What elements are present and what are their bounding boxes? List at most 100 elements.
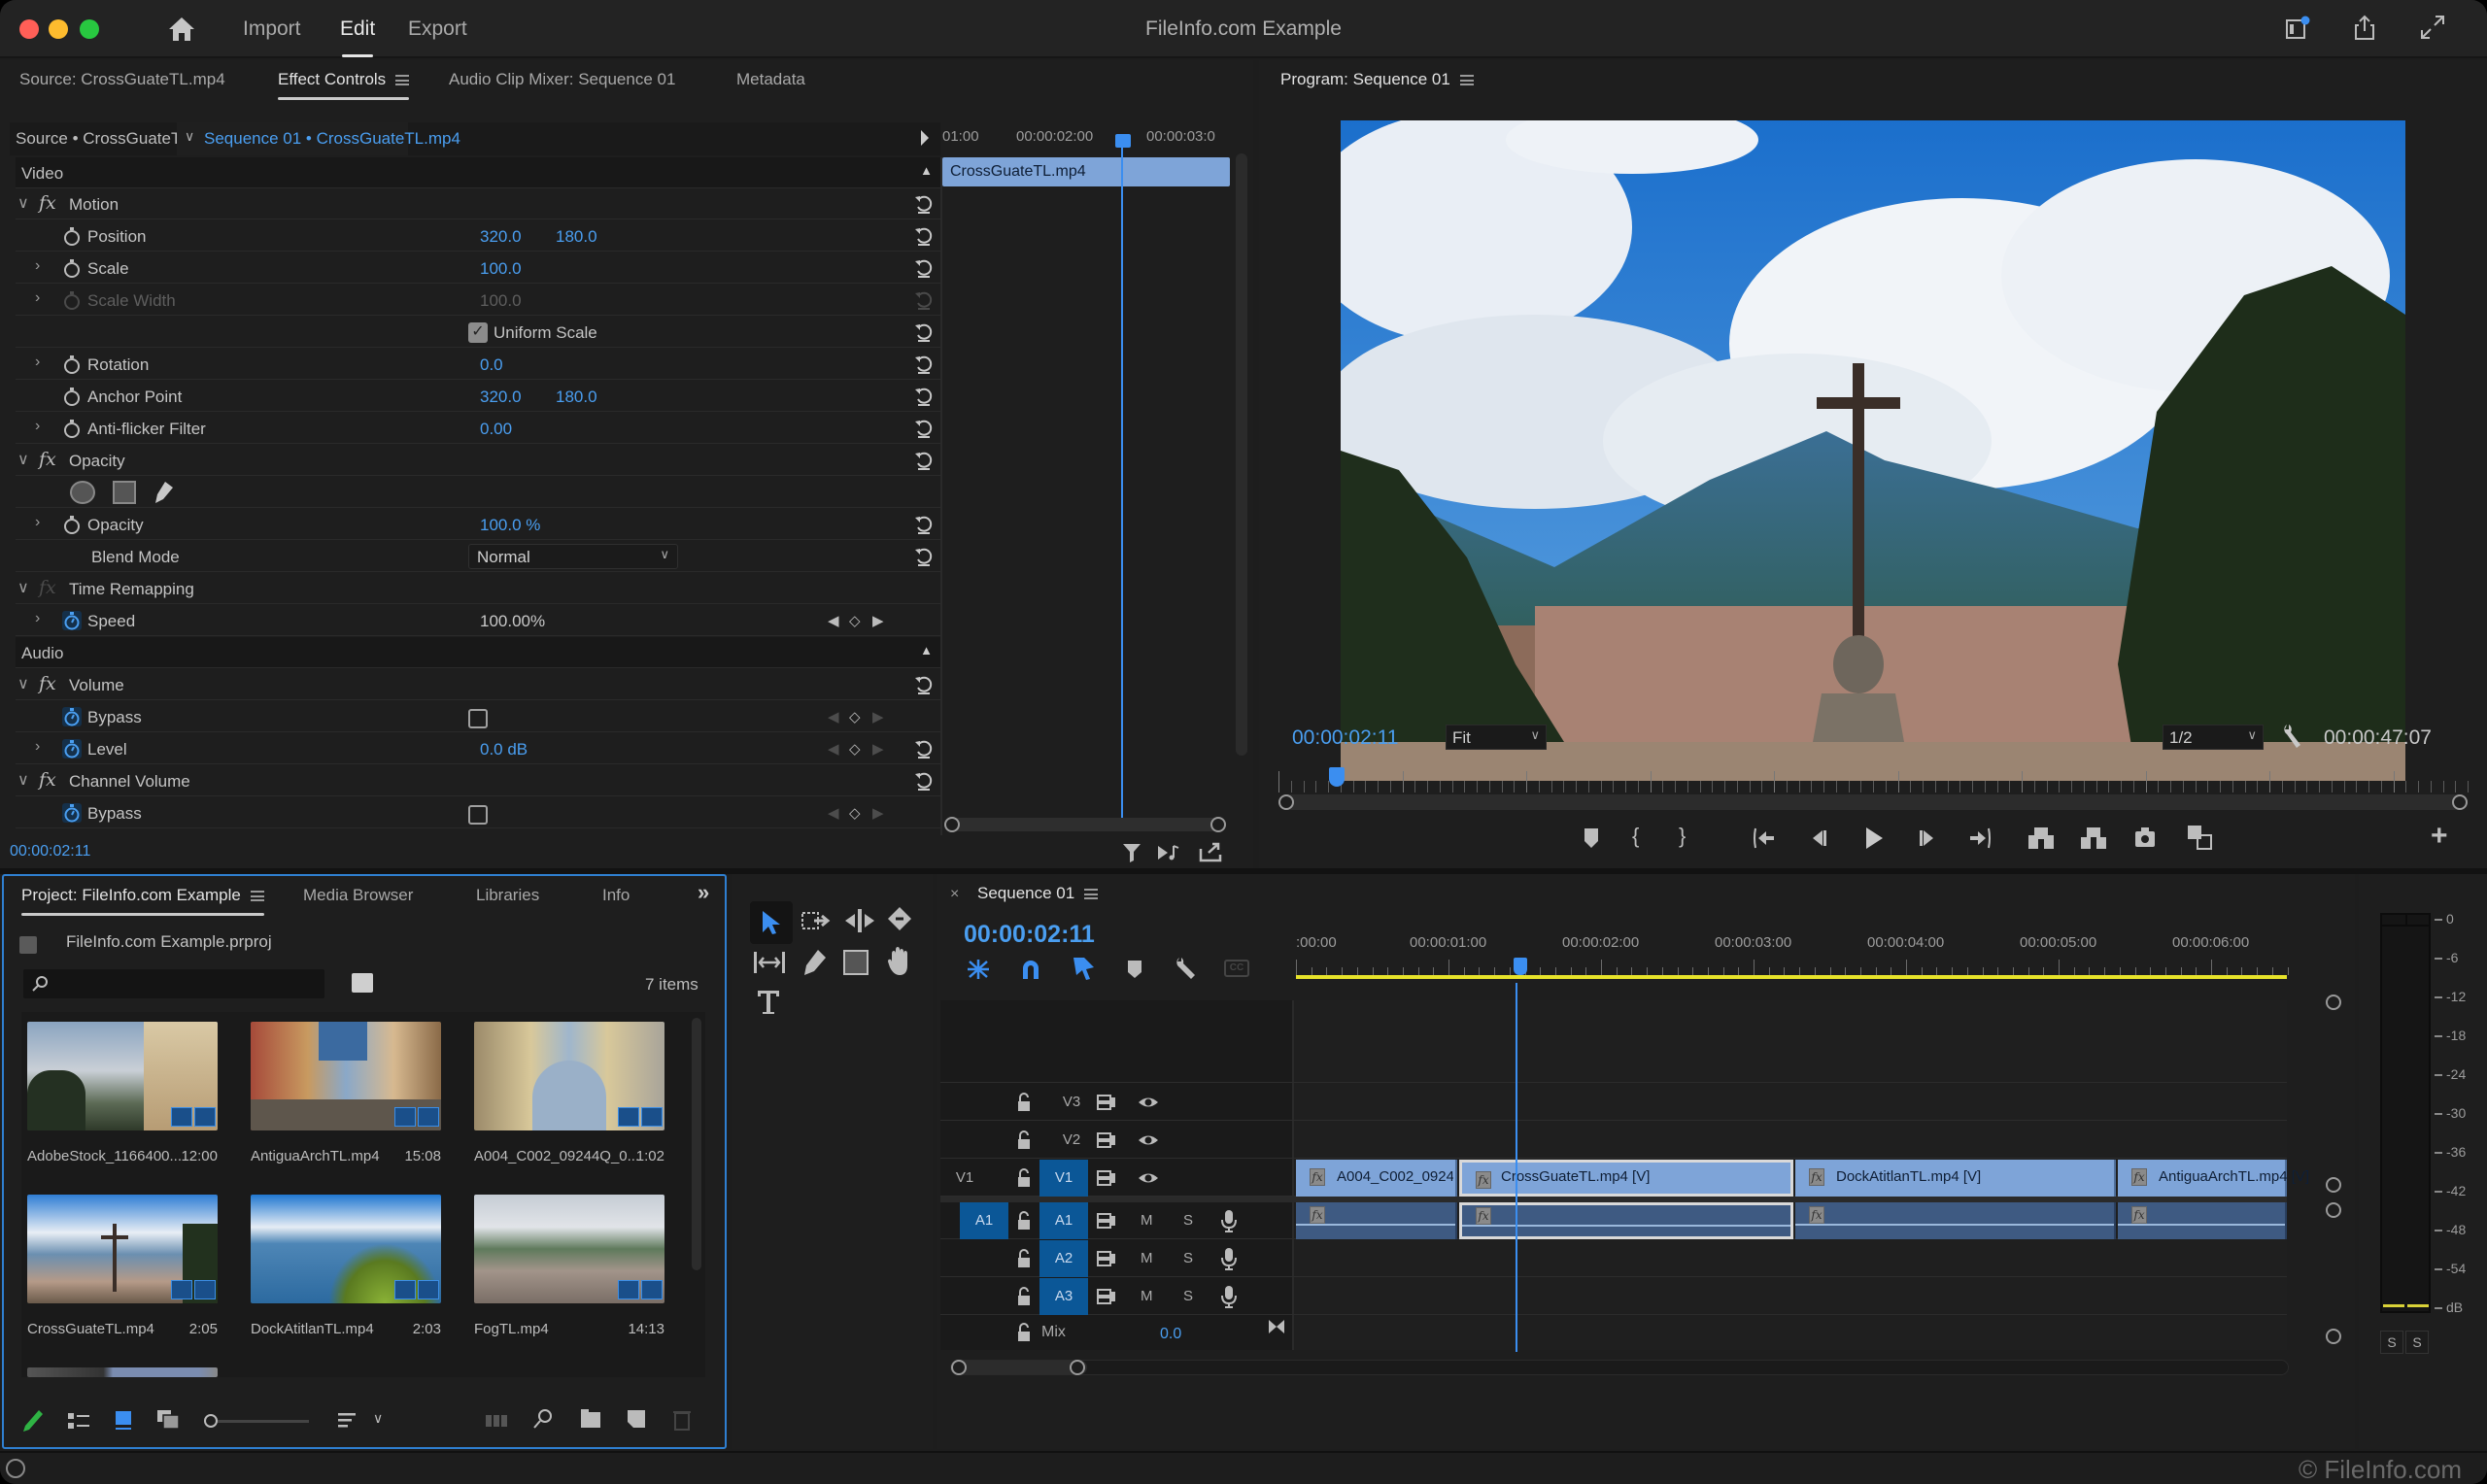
chevron-right-icon[interactable]: › (35, 257, 40, 275)
ellipse-mask-icon[interactable] (70, 481, 95, 504)
chevron-right-icon[interactable]: › (35, 514, 40, 531)
selection-tool[interactable] (750, 901, 793, 944)
reset-icon[interactable] (913, 514, 935, 535)
audio-clip[interactable]: fx (1795, 1202, 2116, 1239)
voice-over-mic-icon[interactable] (1220, 1285, 1238, 1308)
work-area-bar[interactable] (1296, 975, 2287, 979)
go-to-out-icon[interactable] (1968, 827, 1992, 849)
panel-menu-icon[interactable] (250, 891, 264, 902)
source-patch-label[interactable]: V1 (940, 1160, 989, 1197)
close-tab-icon[interactable]: × (950, 886, 959, 903)
linked-selection-icon[interactable] (1071, 956, 1098, 981)
type-tool-icon[interactable] (756, 989, 781, 1016)
extract-icon[interactable] (2079, 826, 2108, 851)
captions-icon[interactable]: CC (1224, 960, 1249, 977)
pen-mask-icon[interactable] (152, 480, 175, 505)
mini-vertical-scrollbar[interactable] (1236, 153, 1247, 756)
audio-clip[interactable]: fx (1296, 1202, 1457, 1239)
track-select-tool-icon[interactable] (801, 909, 834, 934)
solo-left-button[interactable]: S (2380, 1331, 2403, 1354)
stopwatch-icon[interactable] (62, 515, 82, 534)
lock-icon[interactable] (1016, 1130, 1032, 1150)
media-thumbnail[interactable] (27, 1022, 218, 1130)
background-tasks-icon[interactable] (6, 1459, 25, 1478)
project-search-input[interactable] (23, 969, 324, 998)
chevron-expanded-icon[interactable]: ∨ (17, 770, 29, 790)
tab-info[interactable]: Info (602, 886, 630, 905)
add-keyframe-icon[interactable]: ◇ (849, 804, 861, 822)
stopwatch-active-icon[interactable] (62, 739, 82, 759)
solo-button[interactable]: S (1183, 1212, 1193, 1229)
program-zoom-scrollbar[interactable] (1278, 794, 2468, 810)
thumbnail-size-slider[interactable] (204, 1414, 309, 1428)
position-y-value[interactable]: 180.0 (556, 227, 597, 247)
tab-metadata[interactable]: Metadata (736, 70, 805, 89)
effect-controls-timecode[interactable]: 00:00:02:11 (10, 843, 90, 860)
reset-icon[interactable] (913, 674, 935, 695)
add-keyframe-icon[interactable]: ◇ (849, 612, 861, 629)
list-view-icon[interactable] (66, 1410, 91, 1432)
track-v2[interactable]: V2 (940, 1122, 2287, 1159)
stopwatch-icon[interactable] (62, 226, 82, 246)
mini-timeline-ruler[interactable]: 01:00 00:00:02:00 00:00:03:0 (942, 122, 1234, 155)
vertical-zoom-handle[interactable] (2326, 995, 2341, 1010)
playback-resolution-dropdown[interactable]: 1/2 ∨ (2163, 725, 2264, 750)
scale-value[interactable]: 100.0 (480, 259, 522, 279)
filter-icon[interactable] (1121, 841, 1142, 864)
stopwatch-active-icon[interactable] (62, 803, 82, 823)
tab-audio-clip-mixer[interactable]: Audio Clip Mixer: Sequence 01 (449, 70, 675, 89)
media-thumbnail[interactable] (251, 1195, 441, 1303)
scroll-handle-right[interactable] (2452, 794, 2468, 810)
track-target-a3[interactable]: A3 (1039, 1278, 1088, 1315)
panel-menu-icon[interactable] (1084, 889, 1099, 900)
lift-icon[interactable] (2027, 826, 2056, 851)
audio-clip[interactable]: fx (2118, 1202, 2287, 1239)
hand-tool-icon[interactable] (886, 946, 913, 977)
effect-time-remapping[interactable]: ∨ fx Time Remapping (16, 573, 940, 604)
track-scroll-handle[interactable] (2326, 1202, 2341, 1218)
export-frame-camera-icon[interactable] (2133, 826, 2157, 849)
media-thumbnail[interactable] (251, 1022, 441, 1130)
rotation-value[interactable]: 0.0 (480, 355, 503, 375)
automate-to-sequence-icon[interactable] (484, 1412, 509, 1430)
panel-menu-icon[interactable] (1459, 75, 1474, 86)
mark-in-icon[interactable]: { (1632, 824, 1639, 849)
chevron-expanded-icon[interactable]: ∨ (17, 193, 29, 213)
timeline-clip[interactable]: fx A004_C002_09244 (1296, 1160, 1457, 1197)
solo-button[interactable]: S (1183, 1250, 1193, 1266)
solo-button[interactable]: S (1183, 1288, 1193, 1304)
volume-line[interactable] (2118, 1224, 2285, 1226)
toggle-output-eye-icon[interactable] (1137, 1169, 1160, 1187)
lock-icon[interactable] (1016, 1249, 1032, 1268)
reset-icon[interactable] (913, 770, 935, 792)
sync-lock-icon[interactable] (1096, 1169, 1117, 1187)
speed-value[interactable]: 100.00% (480, 612, 545, 631)
collapse-up-icon[interactable]: ▲ (920, 163, 933, 178)
timeline-clip[interactable]: fx DockAtitlanTL.mp4 [V] (1795, 1160, 2116, 1197)
chevron-expanded-icon[interactable]: ∨ (17, 578, 29, 597)
tab-sequence[interactable]: Sequence 01 (977, 884, 1099, 903)
play-audio-icon[interactable] (1156, 843, 1181, 862)
scroll-handle-right[interactable] (1070, 1360, 1085, 1375)
stopwatch-active-icon[interactable] (62, 707, 82, 726)
timeline-clip[interactable]: fx AntiguaArchTL.mp4 [V] (2118, 1160, 2309, 1197)
sort-icon[interactable] (336, 1410, 358, 1432)
effect-channel-volume[interactable]: ∨ fx Channel Volume (16, 765, 940, 796)
stopwatch-active-icon[interactable] (62, 611, 82, 630)
track-scroll-handle[interactable] (2326, 1177, 2341, 1193)
program-playhead[interactable] (1328, 767, 1345, 787)
channel-bypass-checkbox[interactable] (468, 805, 488, 825)
scroll-thumb[interactable] (951, 1361, 1087, 1374)
nav-edit[interactable]: Edit (340, 17, 375, 57)
stopwatch-icon[interactable] (62, 387, 82, 406)
chevron-expanded-icon[interactable]: ∨ (17, 450, 29, 469)
media-thumbnail[interactable] (474, 1195, 664, 1303)
timeline-settings-wrench-icon[interactable] (1174, 956, 1197, 981)
chevron-down-icon[interactable]: ∨ (373, 1410, 383, 1427)
reset-icon[interactable] (913, 193, 935, 215)
reset-icon[interactable] (913, 257, 935, 279)
media-thumbnail-partial[interactable] (27, 1367, 218, 1377)
razor-tool-icon[interactable] (886, 905, 913, 934)
play-icon[interactable] (1863, 826, 1885, 851)
ripple-edit-tool-icon[interactable] (843, 907, 876, 934)
